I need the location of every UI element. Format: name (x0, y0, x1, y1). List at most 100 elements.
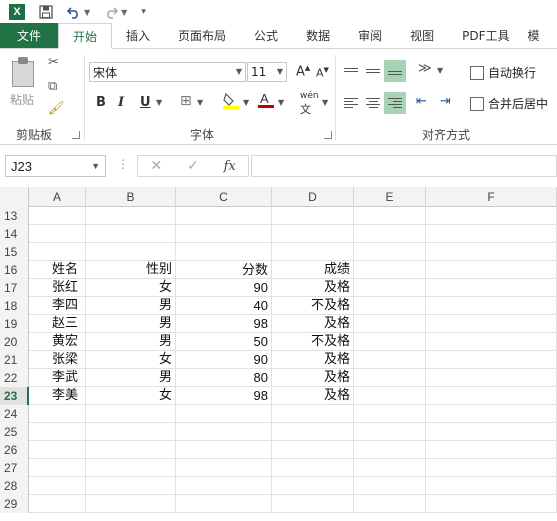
cell[interactable]: 80 (176, 369, 272, 387)
row-header[interactable]: 15 (0, 243, 29, 261)
font-launcher-icon[interactable] (324, 131, 332, 139)
column-header-e[interactable]: E (354, 187, 426, 207)
wrap-text-button[interactable]: 自动换行 (470, 64, 536, 81)
row-header[interactable]: 16 (0, 261, 29, 279)
formula-bar-splitter-icon[interactable]: ⋮ (117, 157, 129, 171)
row-header[interactable]: 13 (0, 207, 29, 225)
cell[interactable]: 及格 (272, 351, 354, 369)
clipboard-launcher-icon[interactable] (72, 131, 80, 139)
undo-icon[interactable]: ▼ (67, 5, 90, 19)
row-header[interactable]: 28 (0, 477, 29, 495)
cell[interactable]: 50 (176, 333, 272, 351)
border-icon[interactable]: ⊞ (180, 93, 192, 109)
cell[interactable]: 不及格 (272, 333, 354, 351)
customize-qat-icon[interactable]: ▾ (141, 7, 146, 17)
cell[interactable] (29, 405, 86, 423)
align-middle-button[interactable] (362, 60, 384, 82)
bold-button[interactable]: B (96, 95, 106, 110)
row-header[interactable]: 24 (0, 405, 29, 423)
cell[interactable] (426, 315, 557, 333)
cell[interactable]: 女 (86, 351, 176, 369)
cell[interactable]: 姓名 (29, 261, 86, 279)
cell[interactable]: 男 (86, 333, 176, 351)
cell[interactable]: 黄宏 (29, 333, 86, 351)
chevron-down-icon[interactable]: ▼ (156, 98, 162, 107)
enter-icon[interactable]: ✓ (175, 158, 212, 174)
cell[interactable] (272, 459, 354, 477)
cell[interactable] (272, 495, 354, 513)
cell[interactable]: 及格 (272, 279, 354, 297)
chevron-down-icon[interactable]: ▼ (197, 98, 203, 107)
align-center-button[interactable] (362, 92, 384, 114)
cut-icon[interactable]: ✂ (48, 55, 59, 70)
cell[interactable] (426, 495, 557, 513)
chevron-down-icon[interactable]: ▼ (437, 66, 443, 75)
cell[interactable] (426, 405, 557, 423)
cell[interactable] (86, 459, 176, 477)
cell[interactable]: 李美 (29, 387, 86, 405)
cell[interactable]: 男 (86, 369, 176, 387)
cell[interactable]: 40 (176, 297, 272, 315)
cell[interactable] (272, 225, 354, 243)
tab-data[interactable]: 数据 (292, 23, 344, 48)
cell[interactable]: 张红 (29, 279, 86, 297)
cell[interactable] (426, 297, 557, 315)
cell[interactable] (86, 243, 176, 261)
row-header[interactable]: 27 (0, 459, 29, 477)
cell[interactable] (354, 351, 426, 369)
cell[interactable] (272, 243, 354, 261)
chevron-down-icon[interactable]: ▼ (322, 98, 328, 107)
cell[interactable] (354, 405, 426, 423)
phonetic-guide-icon[interactable]: wén 文 (300, 91, 319, 117)
cell[interactable] (86, 423, 176, 441)
cell[interactable] (29, 495, 86, 513)
cell[interactable] (354, 459, 426, 477)
cell[interactable]: 成绩 (272, 261, 354, 279)
cell[interactable] (176, 207, 272, 225)
cell[interactable] (272, 441, 354, 459)
cell[interactable] (426, 243, 557, 261)
chevron-down-icon[interactable]: ▼ (243, 98, 249, 107)
cell[interactable] (426, 333, 557, 351)
cell[interactable] (426, 279, 557, 297)
cell[interactable] (176, 423, 272, 441)
cell[interactable] (176, 441, 272, 459)
cell[interactable] (354, 279, 426, 297)
cell[interactable] (426, 225, 557, 243)
cell[interactable]: 90 (176, 279, 272, 297)
font-name-combo[interactable]: 宋体 ▼ (89, 62, 246, 82)
cell[interactable] (426, 423, 557, 441)
tab-home[interactable]: 开始 (58, 23, 113, 49)
row-header[interactable]: 25 (0, 423, 29, 441)
cell[interactable] (354, 369, 426, 387)
paste-icon[interactable] (10, 57, 38, 89)
save-icon[interactable] (39, 5, 53, 19)
cell[interactable]: 不及格 (272, 297, 354, 315)
cell[interactable] (354, 333, 426, 351)
cell[interactable] (426, 441, 557, 459)
insert-function-icon[interactable]: fx (211, 159, 248, 174)
chevron-down-icon[interactable]: ▼ (278, 98, 284, 107)
cell[interactable] (29, 423, 86, 441)
cell[interactable] (86, 405, 176, 423)
row-header[interactable]: 22 (0, 369, 29, 387)
tab-more[interactable]: 模 (524, 23, 544, 48)
cell[interactable] (426, 387, 557, 405)
orientation-icon[interactable]: ≫ (418, 61, 432, 76)
column-header-a[interactable]: A (29, 187, 86, 207)
cancel-icon[interactable]: ✕ (138, 158, 175, 174)
cell[interactable]: 98 (176, 387, 272, 405)
paste-button[interactable]: 粘贴 (10, 91, 34, 108)
cell[interactable]: 赵三 (29, 315, 86, 333)
align-left-button[interactable] (340, 92, 362, 114)
cell[interactable]: 90 (176, 351, 272, 369)
cell[interactable] (29, 441, 86, 459)
cell[interactable] (272, 405, 354, 423)
row-header[interactable]: 17 (0, 279, 29, 297)
tab-insert[interactable]: 插入 (112, 23, 164, 48)
cell[interactable] (176, 405, 272, 423)
cell[interactable] (86, 477, 176, 495)
cell[interactable] (29, 243, 86, 261)
cell[interactable]: 及格 (272, 369, 354, 387)
cell[interactable]: 性别 (86, 261, 176, 279)
